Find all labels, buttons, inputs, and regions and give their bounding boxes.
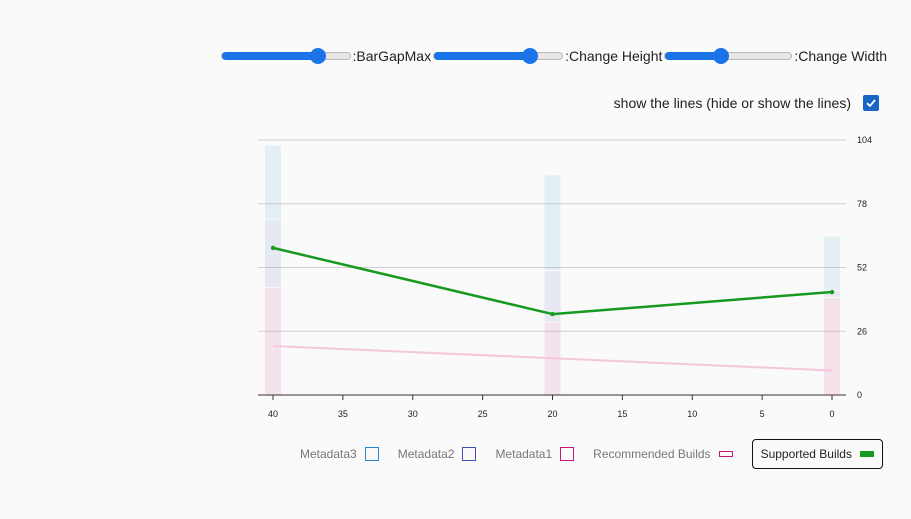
legend-label: Metadata3: [300, 446, 357, 461]
legend-swatch: [859, 450, 874, 457]
legend-item-recommended-builds[interactable]: Recommended Builds: [593, 446, 733, 461]
legend-item-metadata2[interactable]: Metadata2: [397, 446, 477, 461]
legend-item-metadata1[interactable]: Metadata1: [495, 446, 575, 461]
x-tick-label: 10: [687, 409, 697, 419]
y-tick-label: 52: [857, 263, 867, 273]
y-tick-label: 0: [857, 390, 862, 400]
x-tick-label: 15: [617, 409, 627, 419]
legend-swatch: [718, 450, 733, 457]
line-point: [270, 245, 276, 251]
legend-swatch: [560, 446, 575, 461]
legend-item-metadata3[interactable]: Metadata3: [300, 446, 379, 461]
legend-label: Metadata1: [495, 446, 553, 461]
x-tick-label: 0: [829, 409, 834, 419]
x-tick-label: 40: [268, 409, 278, 419]
x-tick-label: 20: [547, 409, 557, 419]
bar-metadata2: [265, 219, 281, 288]
chart-legend: Metadata3 Metadata2 Metadata1 Recommended B…: [300, 437, 883, 470]
legend-swatch: [462, 446, 477, 461]
bar-metadata3: [824, 236, 840, 290]
bar-metadata3: [265, 145, 281, 219]
line-point: [550, 311, 555, 317]
legend-item-supported-builds[interactable]: Supported Builds: [751, 438, 883, 469]
legend-label: Supported Builds: [760, 446, 852, 461]
y-tick-label: 26: [857, 326, 867, 336]
legend-label: Recommended Builds: [593, 446, 711, 461]
x-tick-label: 35: [338, 409, 348, 419]
bar-metadata1: [824, 297, 840, 395]
legend-swatch: [364, 446, 379, 461]
bar-metadata1: [265, 288, 281, 395]
bar-metadata3: [544, 175, 561, 270]
legend-label: Metadata2: [397, 446, 455, 461]
x-tick-label: 5: [760, 409, 765, 419]
line-point: [829, 289, 835, 295]
x-tick-label: 25: [478, 409, 488, 419]
axes: 0 26 52 78 104 40 35 30 25 20 15 10 5 0: [258, 135, 872, 419]
y-tick-label: 104: [857, 135, 872, 145]
y-tick-label: 78: [857, 199, 867, 209]
x-tick-label: 30: [408, 409, 418, 419]
